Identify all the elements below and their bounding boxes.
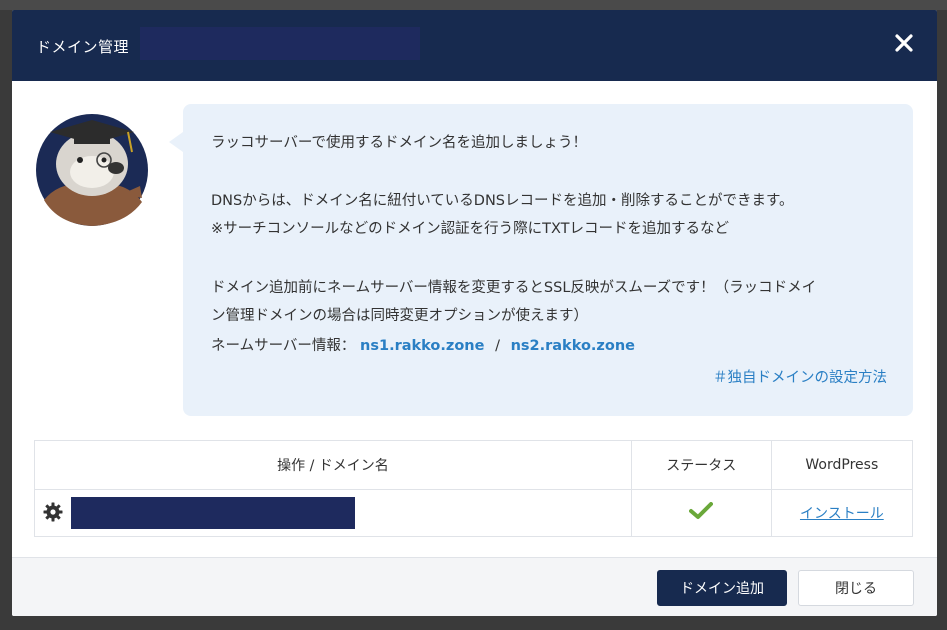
nameserver-separator: / <box>495 338 500 354</box>
table-header-row: 操作 / ドメイン名 ステータス WordPress <box>34 440 914 490</box>
page-backdrop <box>0 0 947 10</box>
custom-domain-help-link[interactable]: ＃独自ドメインの設定方法 <box>713 366 887 387</box>
nameserver-label: ネームサーバー情報： <box>211 338 356 354</box>
nameserver-1-link[interactable]: ns1.rakko.zone <box>360 338 484 354</box>
close-icon <box>895 34 913 52</box>
close-modal-button[interactable]: 閉じる <box>798 570 914 606</box>
info-bubble: ラッコサーバーで使用するドメイン名を追加しましょう！ DNSからは、ドメイン名に… <box>169 104 913 416</box>
message-line-1: ラッコサーバーで使用するドメイン名を追加しましょう！ <box>211 135 587 151</box>
redacted-account-name <box>140 27 420 60</box>
gear-icon[interactable] <box>43 502 63 522</box>
modal-header: ドメイン管理 <box>12 10 937 81</box>
table-row: インストール <box>34 489 914 537</box>
header-operation-domain: 操作 / ドメイン名 <box>34 440 632 490</box>
close-button[interactable] <box>889 28 919 58</box>
modal-footer: ドメイン追加 閉じる <box>12 557 937 616</box>
otter-mascot-icon <box>36 114 148 226</box>
add-domain-button[interactable]: ドメイン追加 <box>657 570 787 606</box>
message-line-4: ドメイン追加前にネームサーバー情報を変更するとSSL反映がスムーズです！（ラッコ… <box>211 280 817 296</box>
nameserver-2-link[interactable]: ns2.rakko.zone <box>511 338 635 354</box>
modal-title: ドメイン管理 <box>36 38 130 56</box>
header-status: ステータス <box>630 440 772 490</box>
domain-management-modal: ドメイン管理 ラッコサーバーで使用するドメイン名を追加しましょう！ DNSからは… <box>12 10 937 616</box>
message-line-2: DNSからは、ドメイン名に紐付いているDNSレコードを追加・削除することができま… <box>211 193 794 209</box>
header-wordpress: WordPress <box>770 440 914 490</box>
message-line-5: ン管理ドメインの場合は同時変更オプションが使えます） <box>211 308 588 324</box>
wordpress-install-link[interactable]: インストール <box>800 506 884 522</box>
check-icon <box>689 502 714 519</box>
domain-cell <box>34 489 632 537</box>
message-line-3: ※サーチコンソールなどのドメイン認証を行う際にTXTレコードを追加するなど <box>211 221 730 237</box>
status-cell <box>630 489 772 537</box>
nameserver-info: ネームサーバー情報： ns1.rakko.zone / ns2.rakko.zo… <box>211 335 635 357</box>
redacted-domain-name <box>71 497 355 529</box>
domain-table: 操作 / ドメイン名 ステータス WordPress インストール <box>34 440 914 537</box>
wordpress-cell: インストール <box>770 489 914 537</box>
